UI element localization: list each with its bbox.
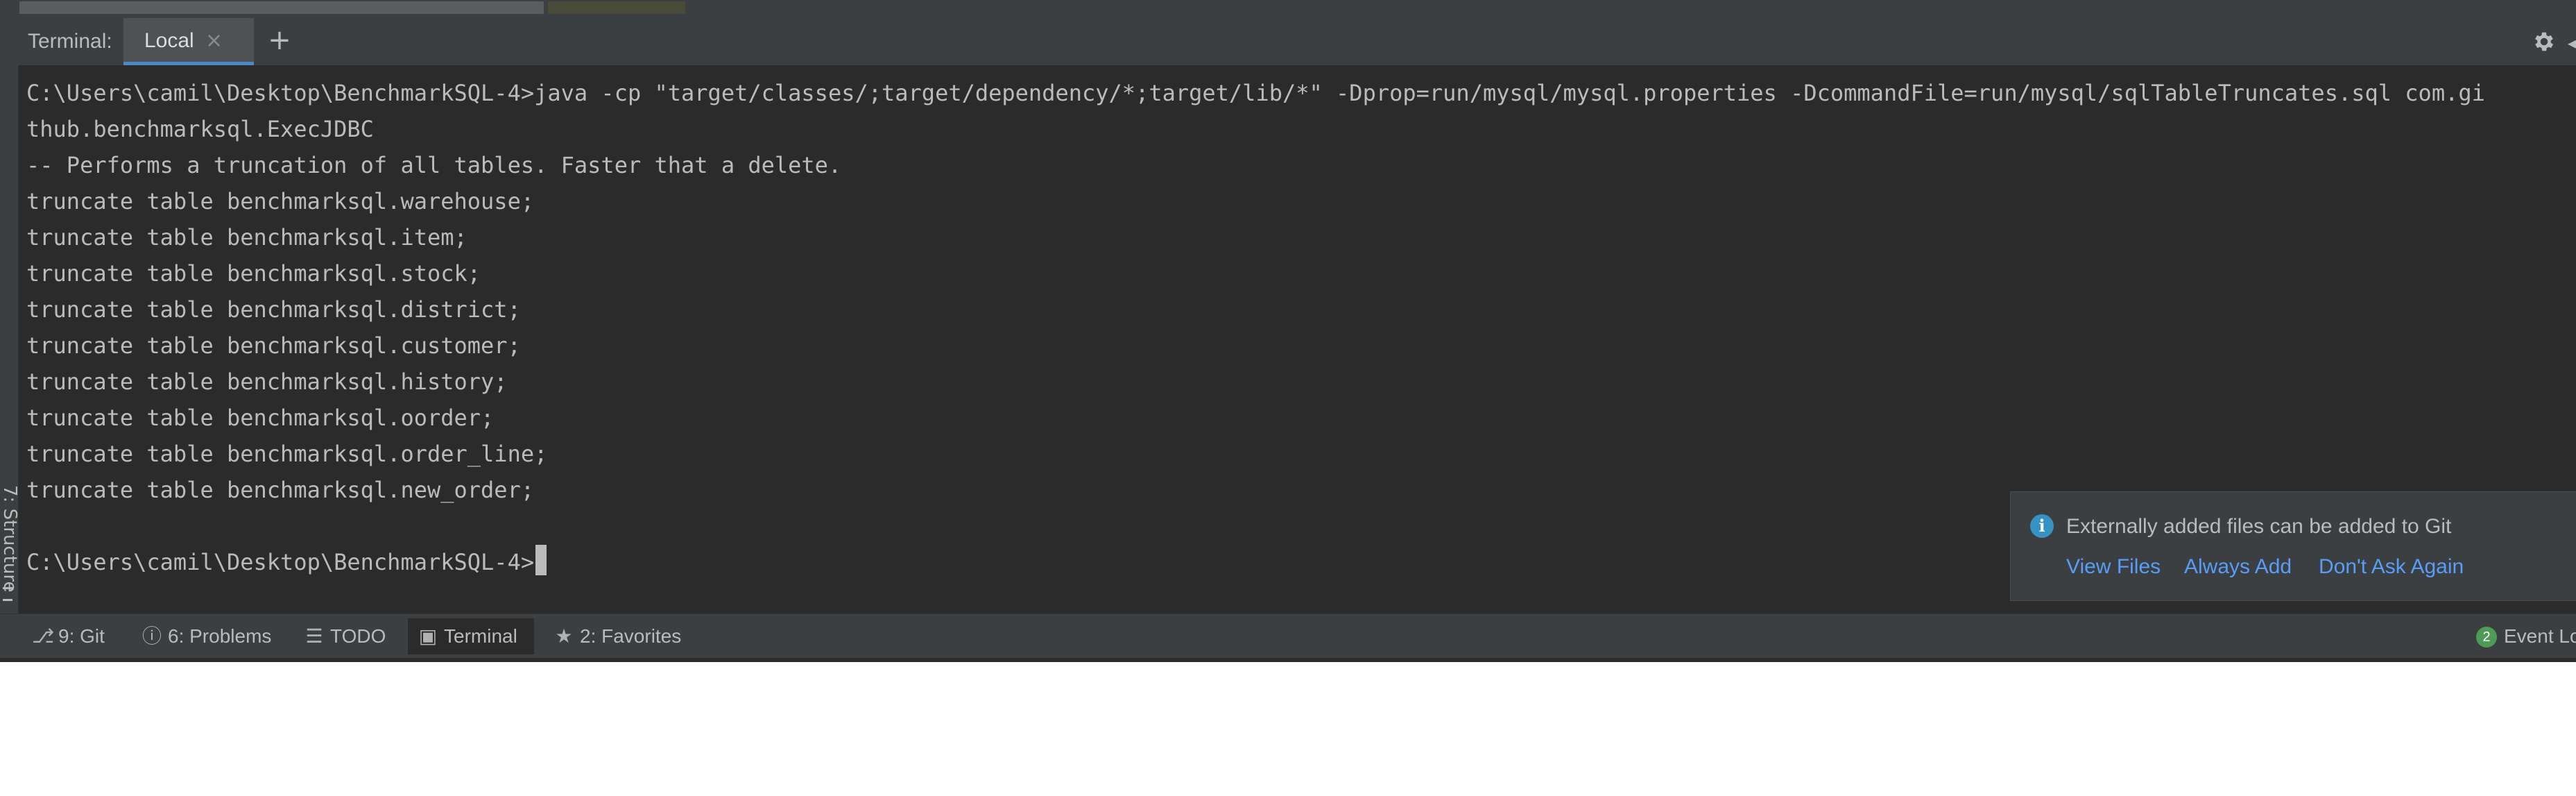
left-tool-stripe: 7: Structure [0, 18, 20, 613]
terminal-line: thub.benchmarksql.ExecJDBC [26, 116, 374, 142]
git-tool-button[interactable]: ⎇ 9: Git [32, 618, 105, 654]
problems-tool-button[interactable]: ⓘ 6: Problems [141, 618, 271, 654]
favorites-tool-label: 2: Favorites [580, 625, 682, 647]
terminal-line: -- Performs a truncation of all tables. … [26, 152, 842, 178]
todo-tool-label: TODO [330, 625, 386, 647]
hide-panel-icon[interactable]: ◀ [2568, 35, 2576, 51]
todo-tool-button[interactable]: ☰ TODO [304, 618, 386, 654]
structure-tool-tab[interactable]: 7: Structure [0, 485, 20, 593]
horizontal-scrollbar-thumb[interactable] [19, 1, 544, 14]
terminal-line: truncate table benchmarksql.stock; [26, 260, 481, 287]
editor-scroll-strip [0, 0, 2576, 18]
tab-local[interactable]: Local × [123, 18, 254, 65]
terminal-header: Terminal: Local × + ◀ [18, 18, 2576, 66]
event-log-label: Event Lo [2504, 625, 2576, 647]
star-icon: ★ [555, 625, 573, 647]
terminal-line: truncate table benchmarksql.history; [26, 369, 508, 395]
gear-icon[interactable] [2532, 29, 2557, 54]
always-add-link[interactable]: Always Add [2184, 550, 2292, 584]
problems-tool-label: 6: Problems [168, 625, 272, 647]
terminal-line: truncate table benchmarksql.warehouse; [26, 188, 535, 214]
terminal-tool-button[interactable]: ▣ Terminal [408, 618, 534, 654]
terminal-line: C:\Users\camil\Desktop\BenchmarkSQL-4>ja… [26, 80, 2485, 106]
ide-window: 7: Structure Terminal: Local × + ◀ C:\Us… [0, 0, 2576, 662]
close-icon[interactable]: × [205, 18, 223, 64]
terminal-prompt-line[interactable]: C:\Users\camil\Desktop\BenchmarkSQL-4> [26, 544, 547, 580]
structure-icon [3, 587, 12, 601]
new-terminal-tab-button[interactable]: + [262, 18, 297, 65]
terminal-line: truncate table benchmarksql.customer; [26, 332, 521, 359]
dont-ask-again-link[interactable]: Don't Ask Again [2319, 550, 2464, 584]
terminal-cursor [535, 545, 547, 575]
terminal-header-label: Terminal: [28, 30, 112, 53]
terminal-line: truncate table benchmarksql.new_order; [26, 477, 535, 503]
git-notification-balloon: i Externally added files can be added to… [2010, 491, 2576, 601]
exclamation-icon: ⓘ [141, 625, 162, 647]
tab-local-label: Local [144, 29, 194, 52]
list-icon: ☰ [305, 625, 323, 647]
terminal-line: truncate table benchmarksql.oorder; [26, 405, 495, 431]
event-log-count-badge: 2 [2476, 627, 2497, 647]
favorites-tool-button[interactable]: ★ 2: Favorites [553, 618, 681, 654]
view-files-link[interactable]: View Files [2066, 550, 2161, 584]
terminal-line: truncate table benchmarksql.district; [26, 296, 521, 323]
notification-message: Externally added files can be added to G… [2066, 515, 2452, 538]
status-bar-remnant [0, 658, 2576, 662]
branch-icon: ⎇ [32, 625, 55, 647]
terminal-line: truncate table benchmarksql.order_line; [26, 441, 548, 467]
git-tool-label: 9: Git [58, 625, 105, 647]
bottom-tool-window-bar: ⎇ 9: Git ⓘ 6: Problems ☰ TODO ▣ Terminal ★ 2:… [0, 613, 2576, 659]
terminal-prompt: C:\Users\camil\Desktop\BenchmarkSQL-4> [26, 549, 535, 575]
terminal-tool-label: Terminal [444, 625, 517, 647]
editor-remnant [548, 1, 685, 14]
terminal-icon: ▣ [418, 625, 438, 647]
info-icon: i [2030, 514, 2054, 538]
terminal-line: truncate table benchmarksql.item; [26, 224, 467, 251]
event-log-tool-button[interactable]: 2 Event Lo [2476, 618, 2576, 654]
